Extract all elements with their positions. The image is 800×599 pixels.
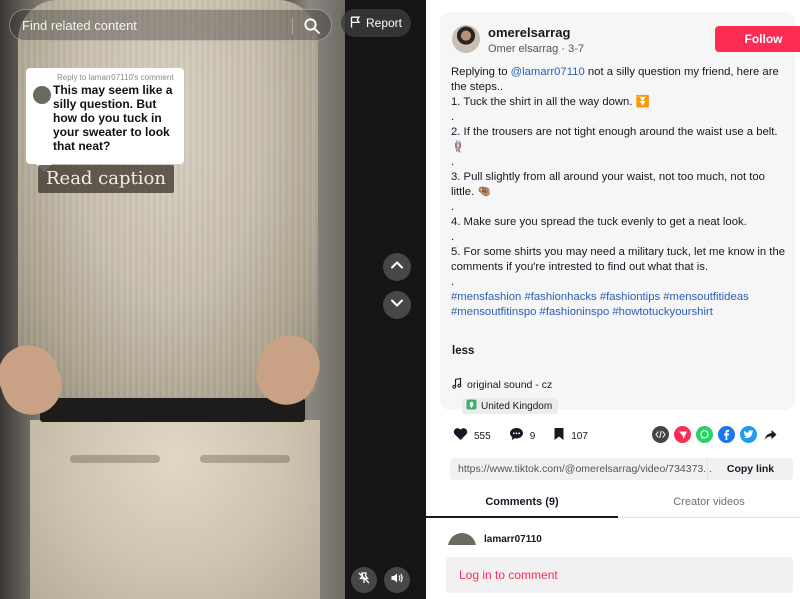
video-panel: Find related content Report Reply to lam… <box>0 0 426 599</box>
read-caption-overlay: Read caption <box>38 165 174 193</box>
embed-icon[interactable] <box>652 426 669 443</box>
caption-line: . <box>451 156 455 168</box>
login-to-comment-bar[interactable]: Log in to comment <box>446 557 793 593</box>
search-placeholder: Find related content <box>22 18 137 33</box>
description-card: omerelsarrag Omer elsarrag · 3-7 Follow … <box>440 12 800 414</box>
mention-link[interactable]: @lamarr07110 <box>511 66 585 78</box>
like-button[interactable]: 555 <box>453 427 491 446</box>
search-divider <box>292 17 293 35</box>
floating-player-button[interactable] <box>351 567 377 593</box>
related-search-bar[interactable]: Find related content <box>9 9 332 41</box>
login-to-comment-label[interactable]: Log in to comment <box>459 568 558 582</box>
copy-link-button[interactable]: Copy link <box>707 458 793 480</box>
pocket-seam-left <box>70 455 160 463</box>
replying-prefix: Replying to <box>451 66 508 78</box>
belt-image <box>40 398 305 422</box>
next-video-button[interactable] <box>383 291 411 319</box>
search-icon[interactable] <box>303 17 321 35</box>
author-avatar[interactable] <box>452 25 480 53</box>
comment-button[interactable]: 9 <box>509 427 536 446</box>
reply-comment-text: This may seem like a silly question. But… <box>53 83 173 153</box>
caption-line: . <box>451 111 455 123</box>
comment-list-item: lamarr07110 <box>448 533 778 545</box>
caption-intro-line: Replying to @lamarr07110 not a silly que… <box>451 65 786 95</box>
comment-bubble-icon <box>509 427 524 446</box>
twitter-icon[interactable] <box>740 426 757 443</box>
sound-label: original sound - cz <box>467 379 553 391</box>
chevron-up-icon <box>390 258 404 277</box>
caption-line: 5. For some shirts you may need a milita… <box>451 246 786 273</box>
pin-off-icon <box>357 571 371 590</box>
less-toggle[interactable]: less <box>452 345 474 357</box>
caption-line: . <box>451 201 455 213</box>
tab-comments[interactable]: Comments (9) <box>426 496 618 508</box>
send-icon[interactable] <box>674 426 691 443</box>
caption-line: 1. Tuck the shirt in all the way down. ⏬ <box>451 96 650 108</box>
trousers-image <box>30 420 320 599</box>
location-pin-icon <box>466 399 477 413</box>
comment-username[interactable]: lamarr07110 <box>484 534 542 545</box>
active-tab-indicator <box>426 516 618 518</box>
pocket-seam-right <box>200 455 290 463</box>
caption-line: 2. If the trousers are not tight enough … <box>451 126 778 153</box>
save-count: 107 <box>571 430 588 442</box>
caption-line: 4. Make sure you spread the tuck evenly … <box>451 216 747 228</box>
reply-comment-sticker: Reply to lamarr07110's comment This may … <box>26 68 184 172</box>
caption-line: . <box>451 231 455 243</box>
engagement-actions: 555 9 107 <box>453 427 606 445</box>
share-arrow-icon[interactable] <box>762 426 779 443</box>
share-icons <box>652 426 779 443</box>
sound-link[interactable]: original sound - cz <box>452 377 553 392</box>
like-count: 555 <box>474 430 491 442</box>
comment-count: 9 <box>529 430 536 442</box>
heart-icon <box>453 427 468 446</box>
comments-tabs: Comments (9) Creator videos <box>426 488 800 518</box>
tiktok-video-page: Find related content Report Reply to lam… <box>0 0 800 599</box>
post-date: 3-7 <box>568 43 584 55</box>
whatsapp-icon[interactable] <box>696 426 713 443</box>
flag-icon <box>350 16 361 31</box>
bookmark-icon <box>553 427 565 446</box>
video-link-box: https://www.tiktok.com/@omerelsarrag/vid… <box>450 458 793 480</box>
comment-avatar[interactable] <box>448 533 476 545</box>
follow-button[interactable]: Follow <box>715 26 800 52</box>
location-tag[interactable]: United Kingdom <box>462 398 559 414</box>
facebook-icon[interactable] <box>718 426 735 443</box>
volume-button[interactable] <box>384 567 410 593</box>
location-label: United Kingdom <box>481 400 553 412</box>
video-caption: Replying to @lamarr07110 not a silly que… <box>451 65 786 320</box>
speaker-icon <box>390 571 404 590</box>
video-url[interactable]: https://www.tiktok.com/@omerelsarrag/vid… <box>458 463 720 475</box>
report-button[interactable]: Report <box>341 9 411 37</box>
tab-creator-videos[interactable]: Creator videos <box>618 496 800 508</box>
author-display-name: Omer elsarrag <box>488 43 559 55</box>
save-button[interactable]: 107 <box>553 427 588 446</box>
commenter-avatar <box>33 86 51 104</box>
author-username[interactable]: omerelsarrag <box>488 25 570 40</box>
hashtag-list[interactable]: #mensfashion #fashionhacks #fashiontips … <box>451 290 786 320</box>
previous-video-button[interactable] <box>383 253 411 281</box>
caption-line: . <box>451 276 455 288</box>
video-info-panel: omerelsarrag Omer elsarrag · 3-7 Follow … <box>426 0 800 599</box>
author-subline: Omer elsarrag · 3-7 <box>488 43 584 55</box>
reply-to-label: Reply to lamarr07110's comment <box>57 73 174 82</box>
caption-line: 3. Pull slightly from all around your wa… <box>451 171 765 198</box>
chevron-down-icon <box>390 296 404 315</box>
music-note-icon <box>452 377 462 392</box>
report-label: Report <box>365 16 403 30</box>
